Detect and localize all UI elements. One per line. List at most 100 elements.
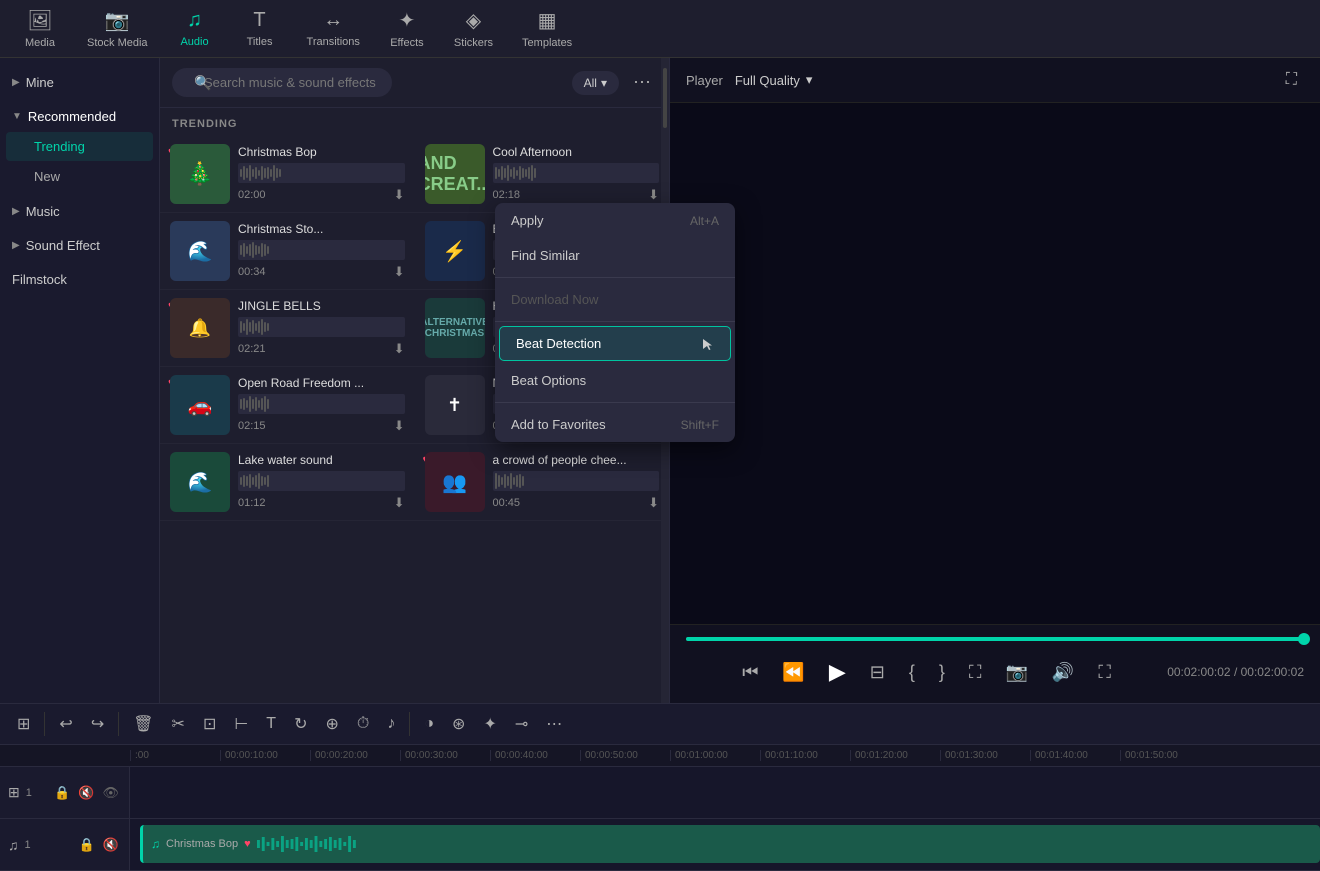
- context-menu-apply[interactable]: Apply Alt+A: [495, 203, 735, 238]
- trim-button[interactable]: ⊢: [227, 709, 255, 739]
- toolbar-media[interactable]: 🖼 Media: [10, 2, 70, 55]
- sidebar-sound-header[interactable]: ▶ Sound Effect: [0, 231, 159, 260]
- loop-button[interactable]: ⊟: [864, 656, 891, 689]
- toolbar-audio[interactable]: ♫ Audio: [165, 3, 225, 54]
- crop-button[interactable]: ⊡: [196, 709, 223, 739]
- video-track-controls: 🔒 🔇 👁: [52, 783, 121, 803]
- context-menu-beat-detection[interactable]: Beat Detection: [499, 326, 731, 361]
- snapshot-button[interactable]: 📷: [1000, 656, 1034, 689]
- ruler-mark: 00:00:10:00: [220, 750, 310, 761]
- zoom-button[interactable]: ⊕: [318, 709, 345, 739]
- more-tools-button[interactable]: ⋯: [539, 709, 569, 739]
- audio-lock-button[interactable]: 🔒: [77, 835, 97, 855]
- toolbar-media-label: Media: [25, 37, 55, 49]
- track-item[interactable]: AND CREAT... Cool Afternoon 02:18 ⬇: [415, 136, 670, 213]
- toolbar-stickers[interactable]: ◈ Stickers: [442, 2, 505, 55]
- track-duration: 02:15: [238, 420, 266, 432]
- split-view-button[interactable]: ⊞: [10, 709, 37, 739]
- ai-tools-button[interactable]: ✦: [476, 709, 503, 739]
- download-icon[interactable]: ⬇: [394, 418, 405, 434]
- toolbar-transitions-label: Transitions: [307, 36, 360, 48]
- sidebar-filmstock-header[interactable]: Filmstock: [0, 265, 159, 294]
- rotate-button[interactable]: ↻: [287, 709, 314, 739]
- more-ctrl-button[interactable]: ⛶: [1092, 656, 1117, 689]
- track-item[interactable]: ♥ 👥 a crowd of people chee... 00:45: [415, 444, 670, 521]
- track-item[interactable]: 🌊 Christmas Sto... 00:34 ⬇: [160, 213, 415, 290]
- track-item[interactable]: ♥ 🎄 Christmas Bop 02:00 ⬇: [160, 136, 415, 213]
- download-icon[interactable]: ⬇: [648, 495, 659, 511]
- track-meta: 02:18 ⬇: [493, 187, 660, 203]
- track-duration: 00:34: [238, 266, 266, 278]
- toolbar-stock-media[interactable]: 📷 Stock Media: [75, 2, 160, 55]
- sidebar-item-new[interactable]: New: [6, 162, 153, 191]
- filter-button[interactable]: All ▾: [572, 71, 619, 95]
- bracket-right-button[interactable]: }: [933, 656, 951, 689]
- track-duration: 02:18: [493, 189, 521, 201]
- bottom-toolbar: ⊞ ↩ ↪ 🗑 ✂ ⊡ ⊢ T ↻ ⊕ ⏱ ♪ ◑ ⊛ ✦ ⊸ ⋯: [0, 703, 1320, 745]
- quality-selector[interactable]: Full Quality ▾: [735, 72, 813, 88]
- audio-mute-button[interactable]: 🔇: [101, 835, 121, 855]
- beat-options-label: Beat Options: [511, 373, 586, 388]
- video-lock-button[interactable]: 🔒: [52, 783, 72, 803]
- track-info: Open Road Freedom ... 02:15 ⬇: [238, 376, 405, 434]
- video-mute-button[interactable]: 🔇: [76, 783, 96, 803]
- sidebar-recommended-header[interactable]: ▼ Recommended: [0, 102, 159, 131]
- volume-button[interactable]: 🔊: [1046, 656, 1080, 689]
- play-button[interactable]: ▶: [823, 653, 852, 691]
- download-icon[interactable]: ⬇: [648, 187, 659, 203]
- context-menu-separator3: [495, 402, 735, 403]
- audio-track-controls: 🔒 🔇: [77, 835, 121, 855]
- sidebar-music-label: Music: [26, 204, 60, 219]
- context-menu-add-favorites[interactable]: Add to Favorites Shift+F: [495, 407, 735, 442]
- audio-track-row: ♫ 1 🔒 🔇 ♫ Christmas Bop ♥: [0, 819, 1320, 871]
- progress-thumb[interactable]: [1298, 633, 1310, 645]
- context-menu-beat-options[interactable]: Beat Options: [495, 363, 735, 398]
- track-name: Open Road Freedom ...: [238, 376, 405, 390]
- download-icon[interactable]: ⬇: [394, 187, 405, 203]
- redo-button[interactable]: ↪: [84, 709, 111, 739]
- audio-track-content[interactable]: ♫ Christmas Bop ♥: [130, 819, 1320, 870]
- expand-icon[interactable]: ⛶: [1279, 66, 1304, 94]
- sidebar-music-header[interactable]: ▶ Music: [0, 197, 159, 226]
- toolbar-templates[interactable]: ▦ Templates: [510, 2, 584, 55]
- stabilize-button[interactable]: ⊛: [445, 709, 472, 739]
- video-eye-button[interactable]: 👁: [100, 783, 121, 803]
- audio-clip[interactable]: ♫ Christmas Bop ♥: [140, 825, 1320, 863]
- frame-back-button[interactable]: ⏪: [776, 656, 810, 689]
- text-button[interactable]: T: [259, 710, 283, 738]
- clip-label: Christmas Bop: [166, 838, 238, 850]
- cut-button[interactable]: ✂: [165, 709, 192, 739]
- sidebar-mine-header[interactable]: ▶ Mine: [0, 68, 159, 97]
- download-icon[interactable]: ⬇: [394, 341, 405, 357]
- toolbar-titles[interactable]: T Titles: [230, 3, 290, 54]
- toolbar-effects[interactable]: ✦ Effects: [377, 2, 437, 55]
- add-favorites-shortcut: Shift+F: [681, 418, 719, 432]
- download-icon[interactable]: ⬇: [394, 495, 405, 511]
- bracket-left-button[interactable]: {: [903, 656, 921, 689]
- audio-adj-button[interactable]: ♪: [380, 710, 402, 738]
- color-button[interactable]: ◑: [417, 710, 441, 738]
- toolbar-transitions[interactable]: ↔ Transitions: [295, 3, 372, 54]
- toolbar-titles-label: Titles: [247, 36, 273, 48]
- track-info: Christmas Sto... 00:34 ⬇: [238, 222, 405, 280]
- transitions-icon: ↔: [323, 9, 343, 32]
- track-item[interactable]: 🌊 Lake water sound 01:12 ⬇: [160, 444, 415, 521]
- split-track-button[interactable]: ⊸: [508, 709, 535, 739]
- more-options-button[interactable]: ⋯: [627, 68, 657, 97]
- download-icon[interactable]: ⬇: [394, 264, 405, 280]
- download-label: Download Now: [511, 292, 598, 307]
- speed-button[interactable]: ⏱: [350, 710, 376, 738]
- delete-button[interactable]: 🗑: [126, 709, 160, 739]
- context-menu-find-similar[interactable]: Find Similar: [495, 238, 735, 273]
- ruler-mark: :00: [130, 750, 220, 761]
- sidebar-section-mine: ▶ Mine: [0, 68, 159, 97]
- undo-button[interactable]: ↩: [52, 709, 79, 739]
- progress-track[interactable]: [686, 637, 1304, 641]
- track-item[interactable]: ♥ 🔔 JINGLE BELLS 02:21 ⬇: [160, 290, 415, 367]
- rewind-button[interactable]: ⏮: [736, 656, 764, 689]
- video-track-content[interactable]: [130, 767, 1320, 818]
- toolbar-audio-label: Audio: [180, 36, 208, 48]
- track-item[interactable]: ♥ 🚗 Open Road Freedom ... 02:15: [160, 367, 415, 444]
- sidebar-item-trending[interactable]: Trending: [6, 132, 153, 161]
- fullscreen-button[interactable]: ⛶: [963, 656, 988, 689]
